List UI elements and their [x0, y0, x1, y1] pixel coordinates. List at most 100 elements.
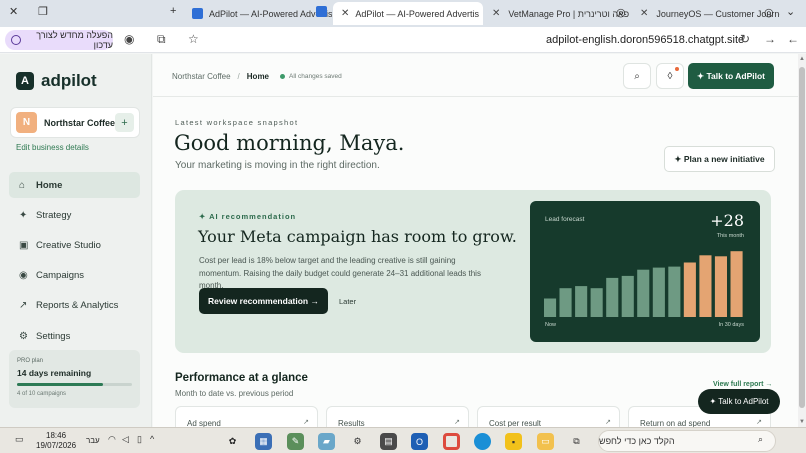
- tab-search-icon[interactable]: ⌄: [786, 5, 795, 18]
- main-content: Northstar Coffee / Home All changes save…: [153, 54, 798, 427]
- actual-bar: [575, 286, 588, 317]
- plan-progress-bar: [17, 383, 132, 386]
- chat-icon[interactable]: ▭: [15, 434, 24, 445]
- tab-favicon-icon: ◎: [616, 7, 626, 19]
- review-recommendation-button[interactable]: Review recommendation →: [199, 288, 328, 314]
- actual-bar: [652, 267, 665, 317]
- view-full-report-link[interactable]: View full report →: [713, 381, 772, 388]
- tab-favicon-icon: [192, 8, 203, 19]
- outlook-app-icon[interactable]: O: [411, 433, 428, 450]
- app-icon[interactable]: ▰: [318, 433, 335, 450]
- tab-close-icon[interactable]: ✕: [492, 8, 500, 19]
- scroll-down-icon[interactable]: ▼: [799, 419, 805, 425]
- tab-favicon-icon: [316, 6, 327, 17]
- extensions-icon[interactable]: ⧉: [157, 32, 166, 47]
- sidebar-item-home[interactable]: ⌂ Home: [9, 172, 140, 198]
- search-button[interactable]: ⌕: [623, 63, 651, 89]
- chatgpt-app-icon[interactable]: ✿: [224, 433, 241, 450]
- later-button[interactable]: Later: [339, 297, 356, 306]
- sidebar-item-campaigns[interactable]: ◉ Campaigns: [9, 262, 140, 288]
- business-switcher[interactable]: N Northstar Coffee +: [10, 107, 140, 138]
- bookmark-star-icon[interactable]: ☆: [188, 32, 199, 46]
- edit-business-link[interactable]: Edit business details: [16, 143, 89, 152]
- calculator-app-icon[interactable]: ▦: [255, 433, 272, 450]
- business-avatar: N: [16, 112, 37, 133]
- app-icon[interactable]: ▤: [380, 433, 397, 450]
- recommendation-title: Your Meta campaign has room to grow.: [198, 227, 517, 246]
- app-icon[interactable]: ✎: [287, 433, 304, 450]
- browser-tab-active[interactable]: ✕ AdPilot — AI-Powered Advertis: [333, 2, 483, 25]
- performance-title: Performance at a glance: [175, 372, 308, 384]
- floating-talk-button[interactable]: ✦ Talk to AdPilot: [698, 389, 780, 414]
- breadcrumb-current: Home: [246, 72, 270, 81]
- reload-icon[interactable]: ↻: [740, 32, 750, 46]
- restart-to-update-pill[interactable]: הפעלה מחדש לצורך עדכון: [5, 30, 113, 50]
- forecast-bar: [730, 251, 743, 317]
- url-field[interactable]: adpilot-english.doron596518.chatgpt.site: [546, 34, 744, 46]
- task-view-icon[interactable]: ⧉: [568, 433, 585, 450]
- lead-forecast-chart: Lead forecast +28 This month Now In 30 d…: [530, 201, 760, 342]
- page-subtitle: Your marketing is moving in the right di…: [175, 160, 380, 171]
- actual-bar: [606, 277, 619, 317]
- update-icon: [11, 35, 21, 45]
- battery-icon[interactable]: ▯: [137, 434, 142, 445]
- plan-initiative-button[interactable]: ✦ Plan a new initiative: [664, 146, 775, 172]
- recommendation-body: Cost per lead is 18% below target and th…: [199, 256, 481, 290]
- kpi-card-cost-per-result[interactable]: Cost per result ↗: [477, 406, 620, 427]
- forecast-bar: [714, 256, 727, 317]
- sidebar-item-creative-studio[interactable]: ▣ Creative Studio: [9, 232, 140, 258]
- edge-app-icon[interactable]: [474, 433, 491, 450]
- search-icon: ⌕: [758, 434, 764, 444]
- forward-icon[interactable]: →: [764, 32, 776, 46]
- image-icon: ▣: [19, 239, 29, 251]
- ai-recommendation-card: ✦ AI recommendation Your Meta campaign h…: [175, 190, 771, 353]
- search-icon: ⌕: [634, 70, 640, 82]
- scroll-up-icon[interactable]: ▲: [799, 56, 805, 62]
- sticky-notes-app-icon[interactable]: ▪: [505, 433, 522, 450]
- back-icon[interactable]: ←: [787, 32, 799, 46]
- arrow-up-right-icon: ↗: [605, 419, 611, 426]
- kpi-card-results[interactable]: Results ↗: [326, 406, 469, 427]
- plan-campaigns: 4 of 10 campaigns: [17, 391, 67, 397]
- breadcrumb-root[interactable]: Northstar Coffee: [172, 72, 231, 81]
- notifications-button[interactable]: ◊: [656, 63, 684, 89]
- arrow-up-right-icon: ↗: [756, 419, 762, 426]
- restore-window-icon[interactable]: ❐: [38, 5, 48, 18]
- arrow-up-right-icon: ↗: [303, 419, 309, 426]
- actual-bar: [637, 269, 650, 317]
- add-business-button[interactable]: +: [115, 113, 134, 132]
- page-scrollbar[interactable]: ▲ ▼: [798, 54, 806, 427]
- talk-to-adpilot-button[interactable]: ✦ Talk to AdPilot: [688, 63, 774, 89]
- browser-tab[interactable]: ✕ JourneyOS — Customer Journe: [634, 2, 780, 25]
- kpi-card-ad-spend[interactable]: Ad spend ↗: [175, 406, 318, 427]
- target-icon: ◉: [19, 269, 28, 281]
- volume-icon[interactable]: ◁: [122, 434, 129, 445]
- scrollbar-thumb[interactable]: [799, 67, 805, 408]
- chrome-app-icon[interactable]: [443, 433, 460, 450]
- sidebar-item-settings[interactable]: ⚙ Settings: [9, 323, 140, 349]
- windows-taskbar: ▭ 18:46 19/07/2026 עבר ◠ ◁ ▯ ^ ✿ ▦ ✎ ▰ ⚙…: [0, 427, 806, 453]
- browser-tab[interactable]: AdPilot — AI-Powered Advertis: [186, 2, 332, 25]
- actual-bar: [590, 288, 603, 317]
- notification-dot: [675, 67, 679, 71]
- logo-text: adpilot: [41, 71, 97, 90]
- close-window-icon[interactable]: ✕: [9, 5, 18, 18]
- browser-tab[interactable]: ✕ VetManage Pro | פאה וטרינרית: [486, 2, 631, 25]
- wifi-icon[interactable]: ◠: [108, 434, 116, 445]
- tab-close-icon[interactable]: ✕: [640, 8, 648, 19]
- tray-expand-icon[interactable]: ^: [150, 434, 154, 444]
- adpilot-logo[interactable]: A adpilot: [16, 71, 97, 91]
- settings-app-icon[interactable]: ⚙: [349, 433, 366, 450]
- tab-close-icon[interactable]: ✕: [341, 8, 349, 19]
- taskbar-search-input[interactable]: הקלד כאן כדי לחפש: [598, 430, 776, 452]
- browser-tab-strip: ✕ ❐ + AdPilot — AI-Powered Advertis ✕ Ad…: [0, 0, 806, 27]
- taskbar-clock[interactable]: 18:46 19/07/2026: [36, 431, 76, 451]
- sidebar-item-reports[interactable]: ↗ Reports & Analytics: [9, 292, 140, 318]
- plan-card[interactable]: PRO plan 14 days remaining 4 of 10 campa…: [9, 350, 140, 408]
- language-indicator[interactable]: עבר: [86, 436, 100, 445]
- new-tab-icon[interactable]: +: [170, 5, 176, 17]
- forecast-bar: [683, 262, 696, 317]
- sidebar-item-strategy[interactable]: ✦ Strategy: [9, 202, 140, 228]
- file-explorer-app-icon[interactable]: ▭: [537, 433, 554, 450]
- profile-icon[interactable]: ◉: [124, 32, 134, 46]
